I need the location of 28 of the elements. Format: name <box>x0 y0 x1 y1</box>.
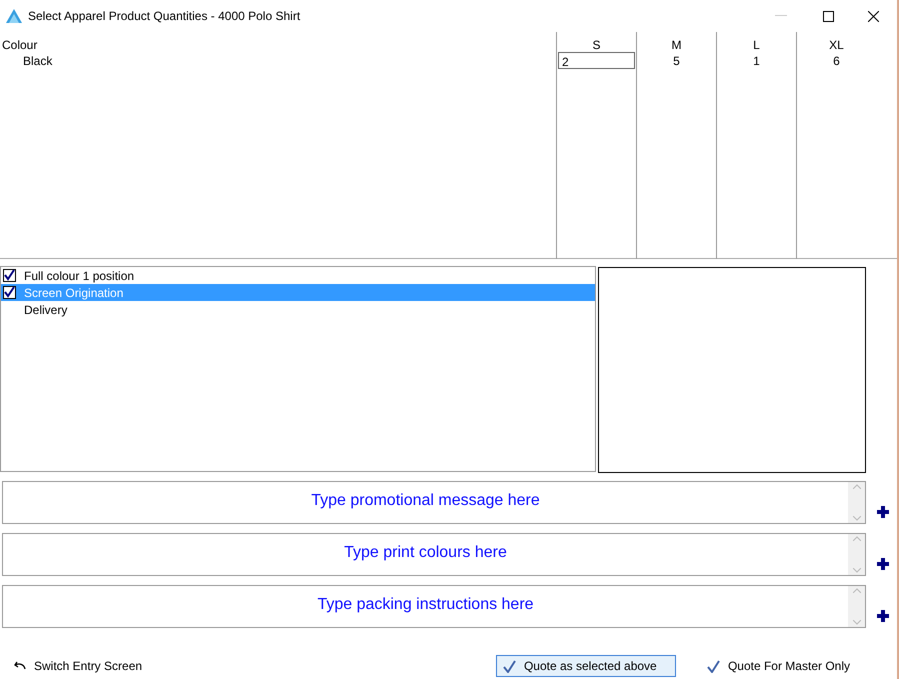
plus-icon[interactable] <box>877 610 889 622</box>
plus-icon[interactable] <box>877 558 889 570</box>
close-icon[interactable] <box>868 10 879 22</box>
checkmark-icon <box>502 660 516 672</box>
maximize-icon[interactable] <box>823 10 834 22</box>
column-header: Colour <box>1 37 38 52</box>
option-item[interactable]: Full colour 1 position <box>1 267 595 284</box>
quantity-cell-text: 5 <box>672 53 681 69</box>
quote-option-button[interactable]: Quote as selected above <box>496 655 676 677</box>
plus-icon[interactable] <box>877 506 889 518</box>
quantity-cell-text: 1 <box>752 53 761 69</box>
row-label: Black <box>22 53 54 70</box>
minimize-icon[interactable] <box>775 15 787 17</box>
window-title: Select Apparel Product Quantities - 4000 Polo Shirt <box>28 8 300 25</box>
quantity-input[interactable]: 2 <box>558 52 635 69</box>
quote-option-button[interactable]: Quote For Master Only <box>700 655 857 677</box>
option-item[interactable]: Delivery <box>1 301 595 318</box>
switch-entry-link[interactable]: Switch Entry Screen <box>34 657 142 675</box>
column-header: M <box>670 37 682 52</box>
app-icon <box>6 9 22 23</box>
column-header: L <box>752 37 761 52</box>
column-header: XL <box>828 37 845 52</box>
undo-icon <box>14 661 26 671</box>
checkmark-icon <box>706 660 720 672</box>
column-header: S <box>591 37 602 52</box>
quantity-cell-text: 6 <box>832 53 841 69</box>
checkbox-checked-icon[interactable] <box>3 269 16 282</box>
checkbox-checked-icon[interactable] <box>3 286 16 299</box>
